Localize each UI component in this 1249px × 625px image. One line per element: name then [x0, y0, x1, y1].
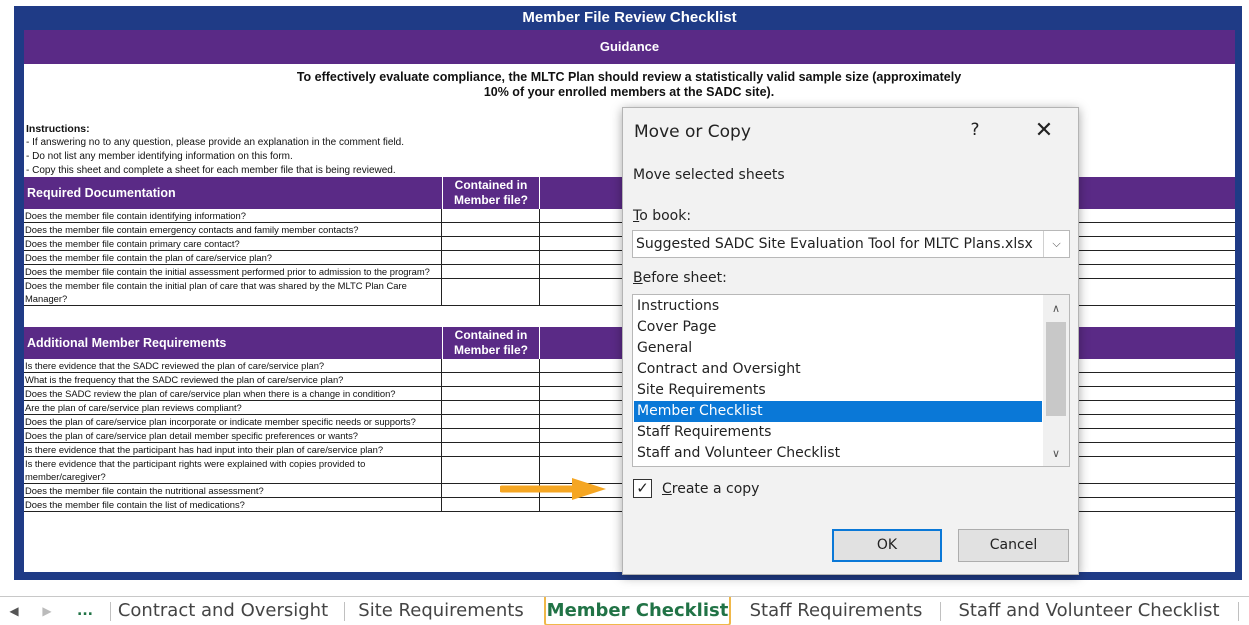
tab-divider [110, 602, 111, 621]
answer-cell[interactable] [442, 359, 540, 372]
pointer-arrow-icon [500, 478, 606, 500]
section-title: Required Documentation [27, 186, 176, 200]
sheet-list-items: Instructions Cover Page General Contract… [634, 296, 1042, 464]
question-cell: What is the frequency that the SADC revi… [24, 373, 442, 386]
intro-text: To effectively evaluate compliance, the … [64, 70, 1194, 100]
tab-divider [940, 602, 941, 621]
answer-cell[interactable] [442, 223, 540, 236]
tab-divider [1238, 602, 1239, 621]
list-item[interactable]: Staff and Volunteer Checklist [634, 443, 1042, 464]
intro-line-1: To effectively evaluate compliance, the … [296, 70, 962, 84]
tab-scroll-left-icon[interactable]: ◀ [3, 597, 25, 625]
answer-cell[interactable] [442, 387, 540, 400]
before-sheet-label: Before sheet: [633, 270, 727, 286]
ok-button[interactable]: OK [832, 529, 942, 562]
question-cell: Is there evidence that the participant h… [24, 443, 442, 456]
list-item[interactable]: Instructions [634, 296, 1042, 317]
cancel-button[interactable]: Cancel [958, 529, 1069, 562]
question-cell: Does the member file contain the nutriti… [24, 484, 442, 497]
answer-cell[interactable] [442, 415, 540, 428]
scroll-down-icon[interactable]: ∨ [1043, 444, 1069, 464]
to-book-value: Suggested SADC Site Evaluation Tool for … [636, 236, 1033, 252]
column-header-line: Member file? [453, 343, 528, 357]
tab-divider [344, 602, 345, 621]
answer-cell[interactable] [442, 401, 540, 414]
close-icon[interactable]: ✕ [1029, 116, 1059, 146]
answer-cell[interactable] [442, 237, 540, 250]
tab-site-requirements[interactable]: Site Requirements [346, 597, 536, 625]
tab-scroll-right-icon[interactable]: ▶ [36, 597, 58, 625]
instruction-line: - Copy this sheet and complete a sheet f… [26, 165, 396, 176]
list-item[interactable]: Site Requirements [634, 380, 1042, 401]
column-header-line: Contained in [454, 328, 528, 342]
dialog-title: Move or Copy [634, 122, 751, 142]
tab-staff-requirements[interactable]: Staff Requirements [738, 597, 934, 625]
answer-cell[interactable] [442, 429, 540, 442]
answer-cell[interactable] [442, 443, 540, 456]
instructions-heading: Instructions: [26, 123, 90, 135]
more-tabs-button[interactable]: ... [70, 597, 100, 625]
to-book-label: To book: [633, 208, 692, 224]
list-item[interactable]: Staff Requirements [634, 422, 1042, 443]
scroll-up-icon[interactable]: ∧ [1043, 299, 1069, 319]
tab-member-checklist[interactable]: Member Checklist [544, 597, 731, 625]
guidance-header: Guidance [24, 30, 1235, 64]
scrollbar-thumb[interactable] [1046, 322, 1066, 416]
question-cell: Does the plan of care/service plan detai… [24, 429, 442, 442]
column-header-contained: Contained in Member file? [442, 177, 540, 209]
help-icon[interactable]: ? [963, 118, 987, 142]
intro-line-2: 10% of your enrolled members at the SADC… [483, 85, 775, 99]
dialog-subtitle: Move selected sheets [633, 167, 785, 183]
to-book-select[interactable]: Suggested SADC Site Evaluation Tool for … [632, 230, 1070, 258]
chevron-down-icon[interactable]: ⌵ [1043, 231, 1069, 257]
answer-cell[interactable] [442, 373, 540, 386]
question-cell: Does the member file contain the plan of… [24, 251, 442, 264]
sheet-tab-bar: ◀ ▶ ... Contract and Oversight Site Requ… [0, 596, 1249, 625]
answer-cell[interactable] [442, 251, 540, 264]
question-cell: Does the member file contain the initial… [24, 279, 442, 305]
sheet-title: Member File Review Checklist [24, 6, 1235, 30]
column-header-line: Member file? [453, 193, 528, 207]
question-cell: Is there evidence that the SADC reviewed… [24, 359, 442, 372]
question-cell: Does the member file contain the initial… [24, 265, 442, 278]
instruction-line: - Do not list any member identifying inf… [26, 151, 293, 162]
question-cell: Does the member file contain primary car… [24, 237, 442, 250]
list-item[interactable]: Contract and Oversight [634, 359, 1042, 380]
list-item-selected[interactable]: Member Checklist [634, 401, 1042, 422]
answer-cell[interactable] [442, 265, 540, 278]
create-copy-label[interactable]: Create a copy [662, 479, 759, 499]
tab-staff-and-volunteer-checklist[interactable]: Staff and Volunteer Checklist [950, 597, 1228, 625]
question-cell: Are the plan of care/service plan review… [24, 401, 442, 414]
column-header-contained: Contained in Member file? [442, 327, 540, 359]
section-title: Additional Member Requirements [27, 336, 227, 350]
answer-cell[interactable] [442, 279, 540, 305]
list-item[interactable]: General [634, 338, 1042, 359]
before-sheet-list[interactable]: Instructions Cover Page General Contract… [632, 294, 1070, 467]
instruction-line: - If answering no to any question, pleas… [26, 137, 405, 148]
list-scrollbar[interactable]: ∧ ∨ [1043, 295, 1069, 466]
question-cell: Does the member file contain the list of… [24, 498, 442, 511]
list-item[interactable]: Cover Page [634, 317, 1042, 338]
question-cell: Does the plan of care/service plan incor… [24, 415, 442, 428]
answer-cell[interactable] [442, 209, 540, 222]
move-or-copy-dialog: Move or Copy ? ✕ Move selected sheets To… [622, 107, 1079, 575]
question-cell: Is there evidence that the participant r… [24, 457, 442, 483]
column-header-line: Contained in [454, 178, 528, 192]
question-cell: Does the member file contain identifying… [24, 209, 442, 222]
question-cell: Does the SADC review the plan of care/se… [24, 387, 442, 400]
instructions-block: Instructions: - If answering no to any q… [26, 122, 626, 178]
create-copy-checkbox[interactable]: ✓ [633, 479, 652, 498]
tab-contract-and-oversight[interactable]: Contract and Oversight [112, 597, 334, 625]
question-cell: Does the member file contain emergency c… [24, 223, 442, 236]
